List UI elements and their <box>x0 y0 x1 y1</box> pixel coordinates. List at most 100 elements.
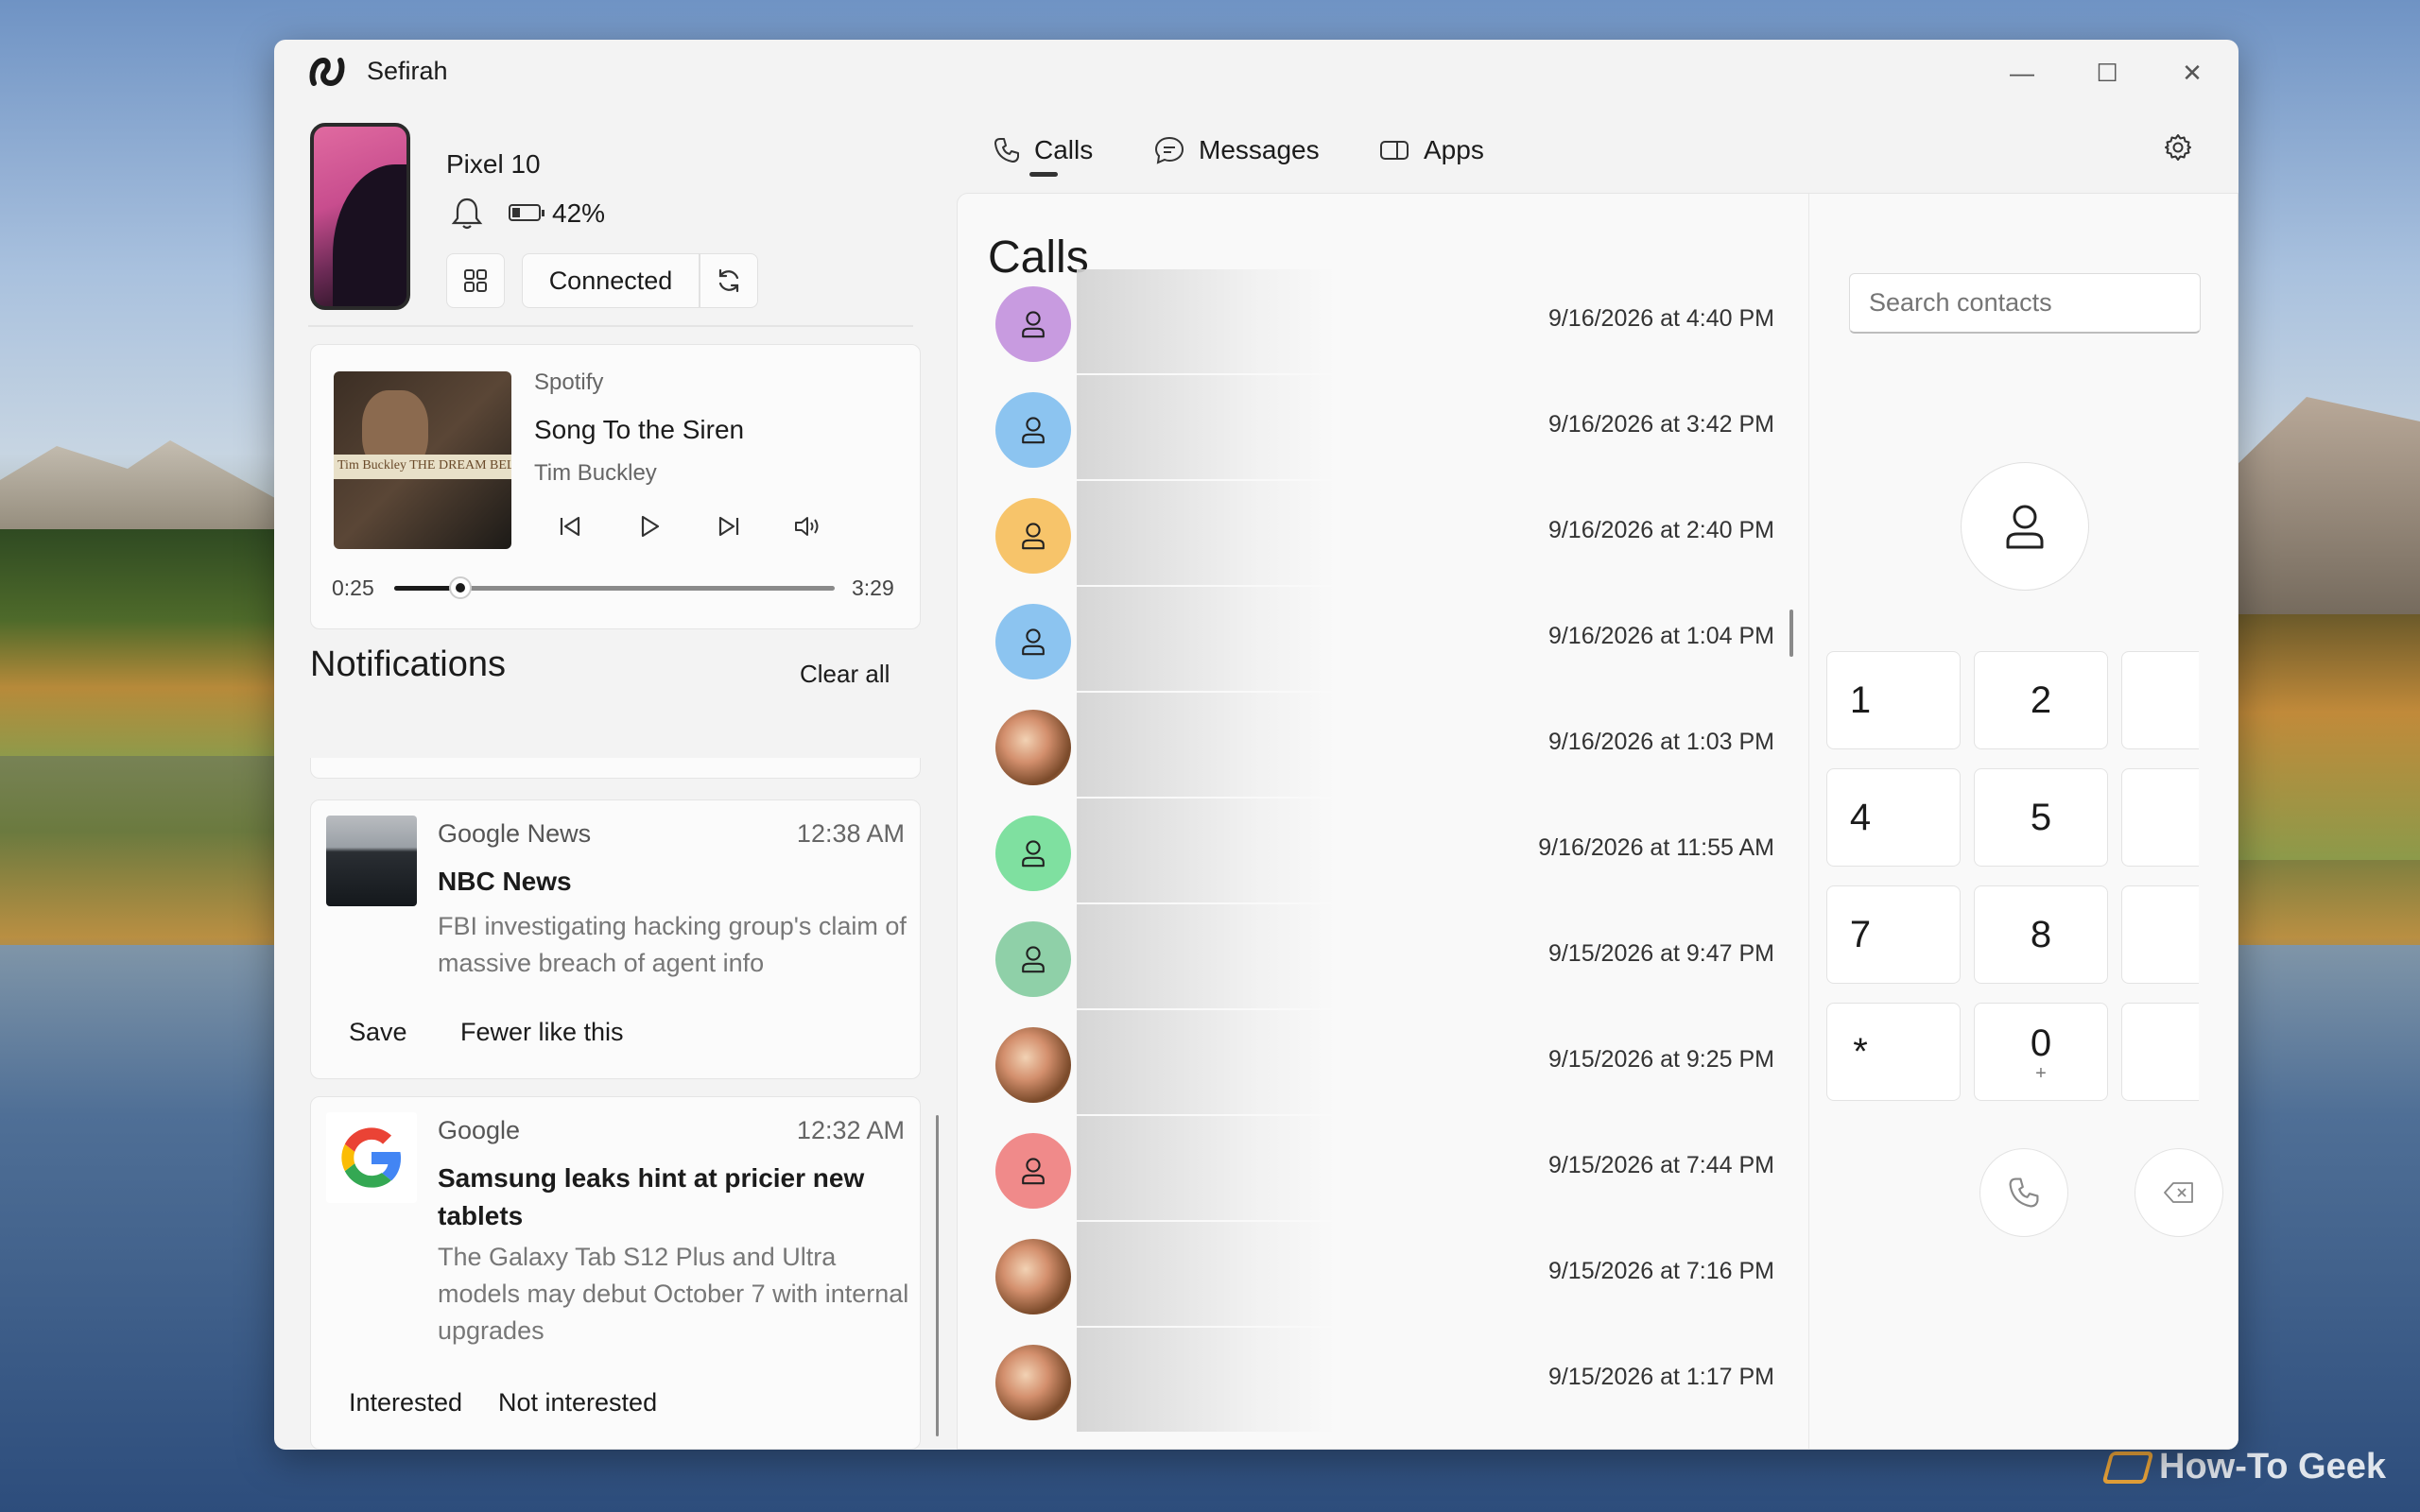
person-icon <box>1022 1158 1045 1185</box>
redacted-contact-name <box>1077 693 1332 797</box>
album-art-text: Tim Buckley THE DREAM BELONGS TO ME <box>337 458 511 472</box>
notification-card[interactable]: Google News 12:38 AM NBC News FBI invest… <box>310 799 921 1079</box>
connection-status-button[interactable]: Connected <box>522 253 700 308</box>
dial-key-label: 8 <box>2030 913 2052 955</box>
apps-grid-button[interactable] <box>446 253 505 308</box>
phone-screenshot[interactable] <box>310 123 410 310</box>
call-row[interactable]: 9/15/2026 at 7:16 PM <box>958 1212 1808 1326</box>
refresh-button[interactable] <box>700 253 758 308</box>
dial-key[interactable]: 4 <box>1826 768 1961 867</box>
dial-key[interactable]: 3 <box>2121 651 2199 749</box>
notification-card-partial <box>310 758 921 779</box>
dial-key[interactable]: * <box>1826 1003 1961 1101</box>
notifications-scrollbar[interactable] <box>936 1115 939 1436</box>
call-row[interactable]: 9/15/2026 at 9:25 PM <box>958 1001 1808 1114</box>
interested-button[interactable]: Interested <box>349 1388 462 1418</box>
contact-avatar <box>995 286 1071 362</box>
save-button[interactable]: Save <box>349 1018 407 1047</box>
app-logo-icon <box>309 57 345 87</box>
notifications-heading: Notifications <box>310 644 506 684</box>
watermark: How-To Geek <box>2101 1447 2386 1487</box>
dial-key[interactable]: 7 <box>1826 885 1961 984</box>
settings-button[interactable] <box>2157 127 2199 168</box>
dial-key-label: 7 <box>1849 913 1872 955</box>
redacted-contact-name <box>1077 1328 1332 1432</box>
call-row[interactable]: 9/16/2026 at 2:40 PM <box>958 472 1808 585</box>
skip-previous-icon <box>560 516 580 537</box>
notification-app: Google <box>438 1116 521 1144</box>
media-title: Song To the Siren <box>534 415 745 444</box>
play-button[interactable] <box>629 506 670 547</box>
total-time: 3:29 <box>852 576 894 600</box>
seek-slider-thumb[interactable] <box>448 576 472 599</box>
person-icon <box>1022 628 1045 656</box>
call-row[interactable]: 9/15/2026 at 9:47 PM <box>958 895 1808 1008</box>
phone-icon <box>994 138 1019 163</box>
notification-time: 12:32 AM <box>796 1116 905 1144</box>
wallpaper-mountain-right <box>2231 397 2420 643</box>
notification-card[interactable]: Google 12:32 AM Samsung leaks hint at pr… <box>310 1096 921 1450</box>
tab-apps[interactable]: Apps <box>1378 127 1484 174</box>
news-thumbnail <box>326 816 417 906</box>
dialer-panel: 1 2 3 4 5 6 7 8 9 *0+# <box>1808 194 2238 1449</box>
dial-key[interactable]: 6 <box>2121 768 2199 867</box>
seek-slider[interactable] <box>394 576 835 599</box>
call-row[interactable]: 9/16/2026 at 1:04 PM <box>958 577 1808 691</box>
not-interested-button[interactable]: Not interested <box>498 1388 657 1418</box>
call-timestamp: 9/15/2026 at 9:25 PM <box>1547 1046 1774 1073</box>
dial-key[interactable]: 2 <box>1974 651 2108 749</box>
notification-title: Samsung leaks hint at pricier new tablet… <box>438 1163 865 1230</box>
backspace-button[interactable] <box>2135 1148 2223 1237</box>
maximize-button[interactable]: ☐ <box>2074 49 2140 96</box>
volume-button[interactable] <box>787 506 829 547</box>
fewer-like-this-button[interactable]: Fewer like this <box>460 1018 624 1047</box>
tab-apps-label: Apps <box>1424 135 1484 164</box>
call-row[interactable]: 9/16/2026 at 11:55 AM <box>958 789 1808 902</box>
next-track-button[interactable] <box>708 506 750 547</box>
app-title: Sefirah <box>367 57 448 85</box>
dial-key-label: 1 <box>1849 679 1872 721</box>
call-row[interactable]: 9/15/2026 at 7:44 PM <box>958 1107 1808 1220</box>
minimize-button[interactable]: — <box>1989 49 2055 96</box>
call-row[interactable]: 9/16/2026 at 3:42 PM <box>958 366 1808 479</box>
dial-key[interactable]: 8 <box>1974 885 2108 984</box>
dial-key[interactable]: 0 + <box>1974 1003 2108 1101</box>
battery-percentage: 42% <box>552 198 606 228</box>
previous-track-button[interactable] <box>549 506 591 547</box>
call-timestamp: 9/16/2026 at 2:40 PM <box>1547 517 1774 543</box>
call-timestamp: 9/15/2026 at 7:16 PM <box>1547 1258 1774 1284</box>
redacted-contact-name <box>1077 1010 1332 1114</box>
call-row[interactable]: 9/16/2026 at 4:40 PM <box>958 260 1808 373</box>
title-bar[interactable]: Sefirah — ☐ ✕ <box>274 40 2238 106</box>
call-button[interactable] <box>1979 1148 2068 1237</box>
media-artist: Tim Buckley <box>534 460 657 486</box>
battery-icon <box>509 204 544 221</box>
close-button[interactable]: ✕ <box>2159 49 2225 96</box>
call-row[interactable]: 9/16/2026 at 1:03 PM <box>958 683 1808 797</box>
divider <box>308 325 913 327</box>
call-history-list[interactable]: 9/16/2026 at 4:40 PM 9/16/2026 at 3:42 PM… <box>958 269 1808 1449</box>
call-timestamp: 9/15/2026 at 9:47 PM <box>1547 940 1774 967</box>
dial-key[interactable]: 5 <box>1974 768 2108 867</box>
dial-key[interactable]: 1 <box>1826 651 1961 749</box>
redacted-contact-name <box>1077 587 1332 691</box>
dial-key-label: 2 <box>2030 679 2052 721</box>
dial-key[interactable]: 9 <box>2121 885 2199 984</box>
dial-key-label: 5 <box>2030 796 2052 838</box>
call-timestamp: 9/16/2026 at 3:42 PM <box>1547 411 1774 438</box>
dial-key-sublabel: + <box>2035 1062 2047 1084</box>
phone-wallpaper-silhouette <box>333 164 406 306</box>
contact-avatar <box>995 604 1071 679</box>
tab-calls-label: Calls <box>1034 135 1094 164</box>
clear-all-button[interactable]: Clear all <box>800 660 890 689</box>
tab-messages[interactable]: Messages <box>1153 127 1320 174</box>
dial-key[interactable]: # <box>2121 1003 2199 1101</box>
call-row[interactable]: 9/15/2026 at 1:17 PM <box>958 1318 1808 1432</box>
redacted-contact-name <box>1077 799 1332 902</box>
bell-icon[interactable] <box>448 195 486 232</box>
call-list-scrollbar[interactable] <box>1789 610 1793 657</box>
redacted-contact-name <box>1077 269 1332 373</box>
tab-calls[interactable]: Calls <box>993 127 1093 174</box>
maximize-icon: ☐ <box>2096 58 2118 87</box>
person-icon <box>1022 840 1045 868</box>
